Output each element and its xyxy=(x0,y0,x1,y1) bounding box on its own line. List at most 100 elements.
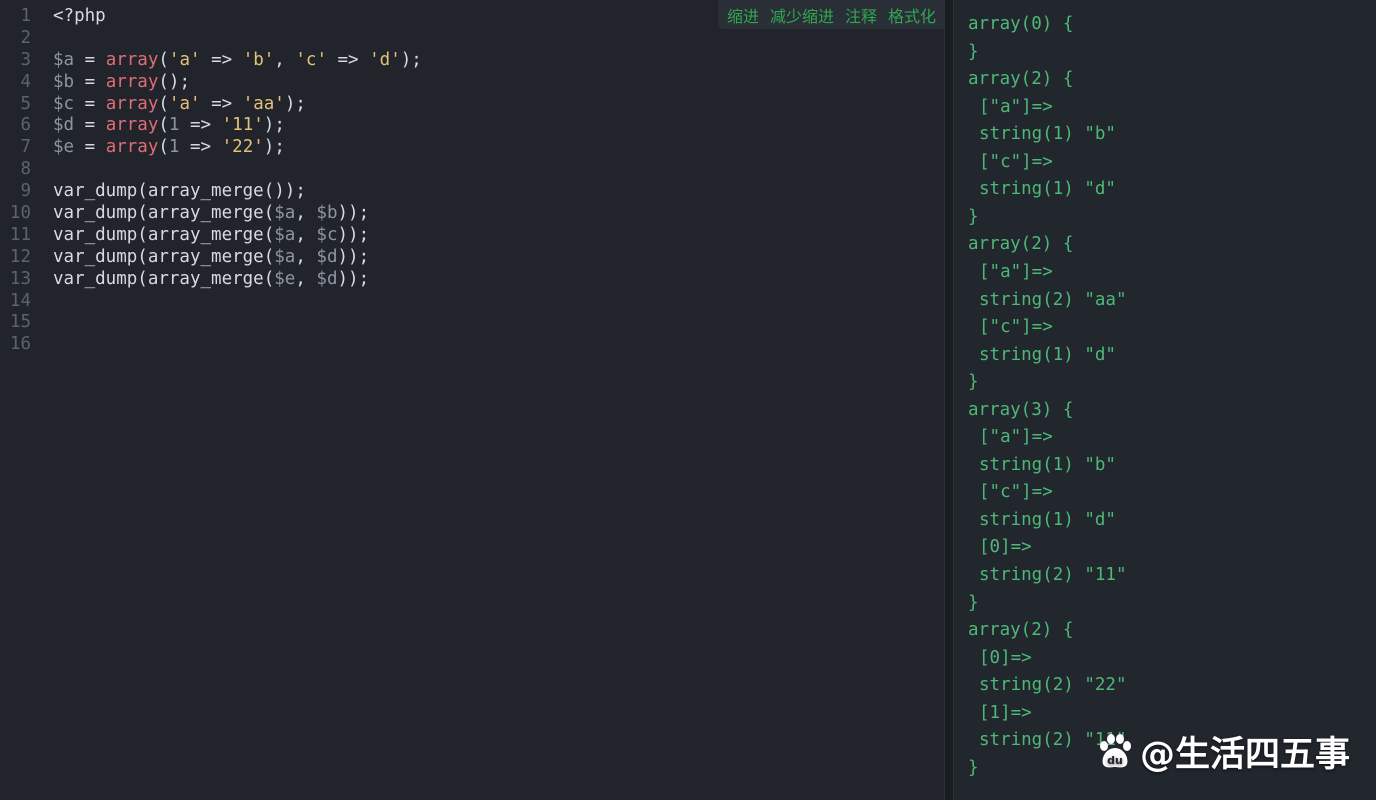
code-token: $d xyxy=(316,268,338,289)
output-line: } xyxy=(968,206,979,227)
code-line[interactable]: 16 xyxy=(0,334,944,356)
code-token: (); xyxy=(158,71,190,92)
code-text: var_dump(array_merge($e, $d)); xyxy=(53,269,369,291)
line-number: 9 xyxy=(20,181,31,202)
code-token: var_dump(array_merge()); xyxy=(53,181,306,202)
code-line[interactable]: 13 var_dump(array_merge($e, $d)); xyxy=(0,269,944,291)
code-token: , xyxy=(295,224,317,245)
code-token: var_dump(array_merge( xyxy=(53,203,275,224)
code-token: ); xyxy=(400,49,422,70)
output-line: } xyxy=(968,41,979,62)
code-token: => xyxy=(200,49,243,70)
code-text: <?php xyxy=(53,6,106,28)
code-token: var_dump(array_merge( xyxy=(53,224,275,245)
code-line[interactable]: 7 $e = array(1 => '22'); xyxy=(0,137,944,159)
code-token: ( xyxy=(158,49,169,70)
code-line[interactable]: 2 xyxy=(0,28,944,50)
output-line: string(2) "aa" xyxy=(979,289,1127,310)
code-token: $a xyxy=(274,203,296,224)
code-token: $b xyxy=(316,203,338,224)
code-token: 'c' xyxy=(295,49,327,70)
output-line: array(2) { xyxy=(968,69,1074,90)
line-number: 3 xyxy=(20,49,31,70)
indent-button[interactable]: 缩进 xyxy=(727,3,759,27)
code-token: , xyxy=(295,246,317,267)
code-token: => xyxy=(179,137,222,158)
code-token: 'd' xyxy=(369,49,401,70)
code-line[interactable]: 15 xyxy=(0,312,944,334)
output-line: string(2) "11" xyxy=(979,565,1127,585)
code-token: var_dump(array_merge( xyxy=(53,246,275,267)
code-token: , xyxy=(295,268,317,289)
outdent-button[interactable]: 减少缩进 xyxy=(770,3,834,27)
svg-text:du: du xyxy=(1107,754,1123,767)
output-line: ["a"]=> xyxy=(979,427,1053,448)
code-token: , xyxy=(274,49,296,70)
line-number: 2 xyxy=(20,27,31,48)
code-line[interactable]: 5 $c = array('a' => 'aa'); xyxy=(0,94,944,116)
format-button[interactable]: 格式化 xyxy=(888,3,936,27)
code-line[interactable]: 11 var_dump(array_merge($a, $c)); xyxy=(0,225,944,247)
comment-button[interactable]: 注释 xyxy=(845,3,877,27)
code-token: $a xyxy=(53,49,75,70)
code-line[interactable]: 6 $d = array(1 => '11'); xyxy=(0,115,944,137)
watermark-text: @生活四五事 xyxy=(1140,735,1351,775)
code-token: <?php xyxy=(53,6,106,26)
code-text: var_dump(array_merge($a, $d)); xyxy=(53,247,369,269)
output-line: ["c"]=> xyxy=(979,482,1053,503)
output-line: ["c"]=> xyxy=(979,317,1053,338)
code-line[interactable]: 3 $a = array('a' => 'b', 'c' => 'd'); xyxy=(0,50,944,72)
code-token: $a xyxy=(274,224,296,245)
line-number: 13 xyxy=(9,268,31,289)
code-token: $b xyxy=(53,71,75,92)
code-token: )); xyxy=(337,203,370,224)
line-number: 8 xyxy=(20,159,31,180)
output-line: array(2) { xyxy=(968,234,1074,255)
output-line: string(2) "22" xyxy=(979,675,1127,696)
code-token: ); xyxy=(284,93,306,114)
code-line[interactable]: 9 var_dump(array_merge()); xyxy=(0,181,944,203)
output-line: string(1) "b" xyxy=(979,124,1116,145)
code-token: ( xyxy=(158,115,169,136)
code-token: $e xyxy=(53,137,75,158)
line-number: 16 xyxy=(9,334,31,355)
code-token: $a xyxy=(274,246,296,267)
code-editor[interactable]: 1 <?php 2 3 $a = array('a' => 'b', 'c' => 'd… xyxy=(0,0,944,800)
code-text: $e = array(1 => '22'); xyxy=(53,137,285,159)
code-token: '11' xyxy=(221,115,264,136)
code-text: $a = array('a' => 'b', 'c' => 'd'); xyxy=(53,50,422,72)
code-token: , xyxy=(295,203,317,224)
output-line: array(3) { xyxy=(968,399,1074,420)
output-line: ["a"]=> xyxy=(979,261,1053,282)
code-line[interactable]: 8 xyxy=(0,159,944,181)
output-line: string(1) "b" xyxy=(979,454,1116,475)
code-line[interactable]: 4 $b = array(); xyxy=(0,72,944,94)
code-line[interactable]: 14 xyxy=(0,291,944,313)
output-line: } xyxy=(968,757,979,778)
line-number: 15 xyxy=(9,312,31,333)
editor-toolbar: 缩进 减少缩进 注释 格式化 xyxy=(717,0,944,29)
code-line[interactable]: 10 var_dump(array_merge($a, $b)); xyxy=(0,203,944,225)
code-token: $e xyxy=(274,268,296,289)
output-line: [0]=> xyxy=(979,647,1032,668)
code-token: 1 xyxy=(168,115,180,136)
output-line: [1]=> xyxy=(979,702,1032,723)
output-line: string(1) "d" xyxy=(979,509,1116,530)
output-line: } xyxy=(968,372,979,393)
code-text: $d = array(1 => '11'); xyxy=(53,115,285,137)
pane-splitter[interactable] xyxy=(944,0,954,800)
code-text: $b = array(); xyxy=(53,72,190,94)
output-panel: array(0) {} array(2) {["a"]=> string(1) "b… xyxy=(954,0,1376,800)
line-number: 4 xyxy=(20,71,31,92)
code-token: array xyxy=(105,93,159,114)
line-number: 12 xyxy=(9,246,31,267)
code-token: = xyxy=(74,49,106,70)
code-line[interactable]: 12 var_dump(array_merge($a, $d)); xyxy=(0,247,944,269)
code-token: => xyxy=(200,93,243,114)
code-token: 'b' xyxy=(242,49,275,70)
code-text: var_dump(array_merge($a, $b)); xyxy=(53,203,369,225)
line-number: 14 xyxy=(9,290,31,311)
code-token: => xyxy=(326,49,370,70)
code-token: )); xyxy=(337,224,370,245)
baidu-paw-icon: du xyxy=(1100,733,1131,767)
